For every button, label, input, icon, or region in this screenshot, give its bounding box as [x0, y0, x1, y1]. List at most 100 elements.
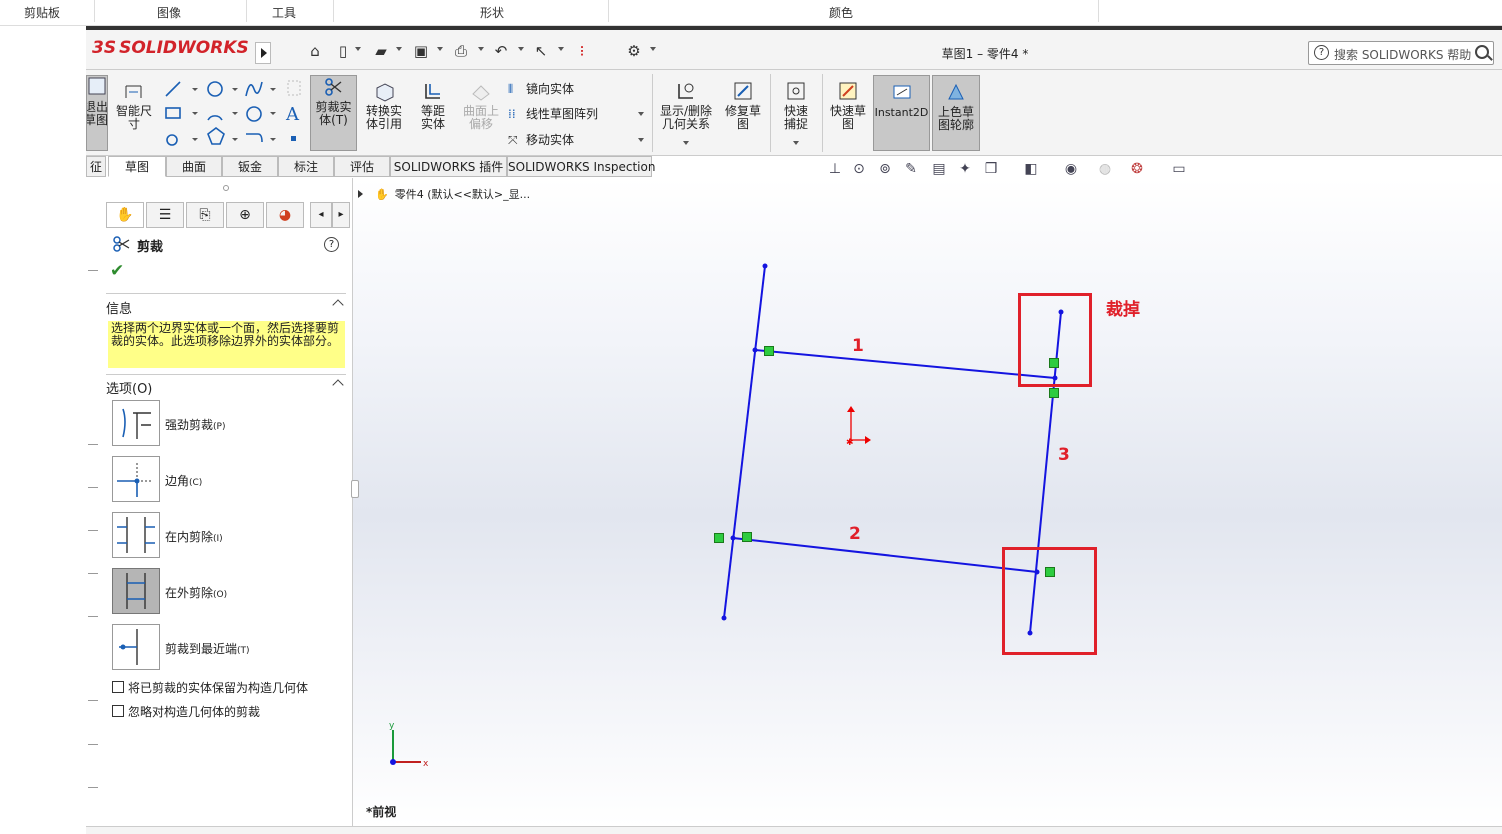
shaded-sketch-contours-button[interactable]: 上色草图轮廓 — [932, 75, 980, 151]
keep-trimmed-construction-checkbox[interactable] — [112, 681, 124, 693]
section-view-icon[interactable]: ▤ — [930, 160, 948, 178]
view-orientation-icon[interactable]: ❒ — [982, 160, 1000, 178]
exit-sketch-button[interactable]: 退出草图 — [86, 75, 108, 151]
tab-feature[interactable]: 征 — [86, 156, 106, 177]
tab-solidworks-inspection[interactable]: SOLIDWORKS Inspection — [507, 156, 655, 177]
quick-snaps-button[interactable]: 快速捕捉 — [774, 80, 818, 150]
ribbon-group-tools: 工具 — [272, 6, 297, 20]
rapid-sketch-icon — [839, 82, 857, 100]
tab-scroll-right-icon[interactable]: ▸ — [332, 202, 350, 228]
trim-away-inside-option[interactable] — [112, 512, 160, 558]
view-settings-icon[interactable]: ▭ — [1170, 160, 1188, 178]
tab-solidworks-addins[interactable]: SOLIDWORKS 插件 — [390, 156, 507, 177]
coincident-relation-marker[interactable] — [714, 533, 724, 543]
display-manager-tab-icon[interactable]: ◕ — [266, 202, 304, 228]
trim-inside-icon — [117, 517, 155, 553]
offset-on-surface-button[interactable]: 曲面上偏移 — [459, 80, 503, 150]
collapse-chevron-icon[interactable] — [332, 379, 344, 391]
zoom-to-fit-icon[interactable]: ⊙ — [850, 160, 868, 178]
select-arrow-icon[interactable]: ↖ — [532, 42, 550, 60]
undo-icon[interactable]: ↶ — [492, 42, 510, 60]
convert-entities-button[interactable]: 转换实体引用 — [361, 80, 407, 150]
bottom-status-strip — [86, 826, 1502, 834]
display-style-icon[interactable]: ◧ — [1022, 160, 1040, 178]
feature-manager-tab-icon[interactable]: ✋ — [106, 202, 144, 228]
title-bar — [86, 30, 1502, 70]
trim-entities-button[interactable]: 剪裁实体(T) — [310, 75, 357, 151]
help-icon[interactable]: ? — [324, 237, 339, 252]
dimxpert-tab-icon[interactable]: ⊕ — [226, 202, 264, 228]
fillet-icon — [246, 133, 263, 143]
horizontal-relation-marker[interactable] — [742, 532, 752, 542]
sketch-line-left[interactable] — [723, 265, 766, 619]
trim-to-closest-option[interactable] — [112, 624, 160, 670]
apply-scene-icon[interactable]: ❂ — [1128, 160, 1146, 178]
tab-scroll-left-icon[interactable]: ◂ — [310, 202, 332, 228]
polygon-icon — [207, 127, 225, 145]
coincident-relation-marker[interactable] — [764, 346, 774, 356]
tab-sheet-metal[interactable]: 钣金 — [222, 156, 278, 177]
previous-view-icon[interactable]: ✎ — [902, 160, 920, 178]
repair-sketch-button[interactable]: 修复草图 — [720, 80, 766, 150]
dynamic-annotation-icon[interactable]: ✦ — [956, 160, 974, 178]
instant2d-button[interactable]: Instant2D — [873, 75, 930, 151]
ok-check-icon[interactable]: ✔ — [110, 261, 124, 281]
menu-expand-button[interactable] — [255, 42, 271, 64]
sketch-tools-grid[interactable]: A — [162, 76, 306, 150]
mirror-entities-button[interactable]: ⫴ 镜向实体 — [508, 80, 574, 97]
collapse-chevron-icon[interactable] — [332, 299, 344, 311]
tab-evaluate[interactable]: 评估 — [334, 156, 390, 177]
ellipse-icon — [246, 106, 262, 122]
info-section-header[interactable]: 信息 — [106, 298, 346, 318]
search-icon[interactable] — [1475, 45, 1489, 59]
corner-trim-label: 边角(C) — [165, 474, 203, 488]
help-search-input[interactable]: 搜索 SOLIDWORKS 帮助 — [1334, 46, 1471, 63]
power-trim-icon — [122, 408, 151, 439]
tab-sketch[interactable]: 草图 — [108, 156, 166, 177]
corner-trim-option[interactable] — [112, 456, 160, 502]
options-section-header[interactable]: 选项(O) — [106, 378, 346, 398]
hide-show-items-icon[interactable]: ◉ — [1062, 160, 1080, 178]
linear-pattern-button[interactable]: ⁞⁞ 线性草图阵列 — [508, 105, 598, 122]
help-search[interactable]: ? 搜索 SOLIDWORKS 帮助 — [1308, 41, 1494, 65]
sketch-line-1[interactable] — [754, 349, 1056, 379]
tab-surface[interactable]: 曲面 — [166, 156, 222, 177]
rebuild-traffic-light-icon[interactable]: ⁝ — [573, 42, 591, 60]
rapid-sketch-button[interactable]: 快速草图 — [826, 80, 870, 150]
repair-sketch-icon — [734, 82, 752, 100]
info-message: 选择两个边界实体或一个面，然后选择要剪裁的实体。此选项移除边界外的实体部分。 — [108, 321, 345, 368]
ignore-construction-checkbox[interactable] — [112, 705, 124, 717]
trim-scissors-icon — [324, 78, 341, 96]
edit-appearance-icon[interactable]: ◍ — [1096, 160, 1114, 178]
offset-entities-button[interactable]: 等距实体 — [411, 80, 455, 150]
mirror-icon: ⫴ — [508, 82, 514, 96]
property-manager-tab-icon[interactable]: ☰ — [146, 202, 184, 228]
move-entities-button[interactable]: ⤧ 移动实体 — [508, 131, 574, 148]
sketch-line-2[interactable] — [732, 537, 1038, 573]
new-file-icon[interactable]: ▯ — [334, 42, 352, 60]
trim-away-outside-option[interactable] — [112, 568, 160, 614]
tab-markup[interactable]: 标注 — [278, 156, 334, 177]
view-orient-icon[interactable]: ⊥ — [826, 160, 844, 178]
zoom-area-icon[interactable]: ⊚ — [876, 160, 894, 178]
triad-icon: y x — [389, 721, 429, 769]
power-trim-option[interactable] — [112, 400, 160, 446]
offset-entities-icon — [425, 84, 440, 99]
save-icon[interactable]: ▣ — [412, 42, 430, 60]
panel-grip-icon[interactable] — [223, 185, 229, 191]
vertical-relation-marker[interactable] — [1049, 388, 1059, 398]
open-folder-icon[interactable]: ▰ — [372, 42, 390, 60]
spline-icon — [245, 81, 263, 97]
print-icon[interactable]: ⎙ — [452, 42, 470, 60]
configuration-manager-tab-icon[interactable]: ⎘ — [186, 202, 224, 228]
arc-icon — [207, 115, 223, 121]
options-gear-icon[interactable]: ⚙ — [625, 42, 643, 60]
sketch-canvas[interactable]: ✱ y x — [353, 178, 1502, 826]
trim-outside-icon — [126, 573, 146, 609]
smart-dimension-button[interactable]: 智能尺寸 — [112, 80, 156, 150]
home-icon[interactable]: ⌂ — [306, 42, 324, 60]
left-blank-area — [0, 30, 86, 834]
display-delete-relations-button[interactable]: 显示/删除几何关系 — [656, 80, 716, 150]
smart-dimension-icon — [125, 85, 142, 98]
relations-icon — [678, 83, 694, 99]
